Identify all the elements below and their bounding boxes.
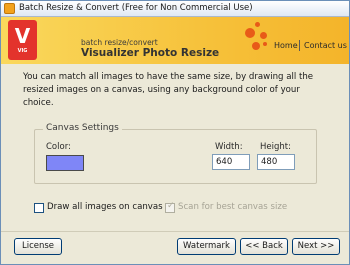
app-icon <box>4 3 15 14</box>
draw-all-label[interactable]: Draw all images on canvas <box>47 202 163 212</box>
draw-all-checkbox[interactable] <box>34 203 44 213</box>
logo-subtext: VIG <box>17 48 28 54</box>
decorative-dot-icon <box>245 28 255 38</box>
license-button[interactable]: License <box>14 238 62 255</box>
canvas-settings-title: Canvas Settings <box>43 123 122 133</box>
back-button[interactable]: << Back <box>240 238 288 255</box>
height-input[interactable] <box>257 154 295 170</box>
title-bar[interactable]: Batch Resize & Convert (Free for Non Com… <box>1 1 349 17</box>
contact-us-link[interactable]: Contact us <box>304 41 347 50</box>
header-title: Visualizer Photo Resize <box>81 47 220 59</box>
header-banner: V VIG batch resize/convert Visualizer Ph… <box>1 17 349 64</box>
canvas-color-swatch[interactable] <box>46 155 84 171</box>
scan-best-label: Scan for best canvas size <box>178 202 288 212</box>
description-text: You can match all images to have the sam… <box>23 72 314 108</box>
home-link[interactable]: Home <box>274 41 298 50</box>
height-label: Height: <box>260 142 291 152</box>
app-logo: V VIG <box>8 20 37 60</box>
link-separator <box>299 40 300 51</box>
decorative-dot-icon <box>252 42 260 50</box>
window-title: Batch Resize & Convert (Free for Non Com… <box>19 3 253 13</box>
header-subtitle: batch resize/convert <box>81 38 158 47</box>
decorative-dot-icon <box>263 42 267 46</box>
width-input[interactable] <box>212 154 250 170</box>
scan-best-checkbox[interactable]: ✓ <box>165 201 175 213</box>
app-window: Batch Resize & Convert (Free for Non Com… <box>0 0 350 265</box>
logo-letter: V <box>14 24 31 48</box>
checkmark-icon: ✓ <box>167 201 175 211</box>
footer-divider <box>1 231 349 232</box>
width-label: Width: <box>215 142 243 152</box>
decorative-dot-icon <box>255 22 260 27</box>
color-label: Color: <box>46 142 71 152</box>
watermark-button[interactable]: Watermark <box>177 238 236 255</box>
decorative-dot-icon <box>260 32 267 39</box>
next-button[interactable]: Next >> <box>292 238 340 255</box>
